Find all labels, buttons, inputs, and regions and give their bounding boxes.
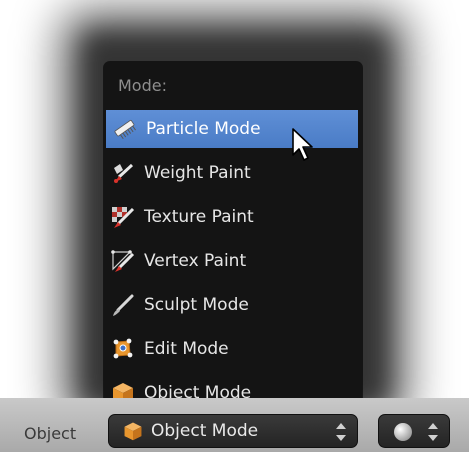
menu-item-vertex-paint[interactable]: Vertex Paint xyxy=(104,242,362,280)
vertex-paint-icon xyxy=(110,248,136,274)
weight-paint-icon xyxy=(110,160,136,186)
texture-paint-icon xyxy=(110,204,136,230)
updown-arrows-icon xyxy=(335,421,347,448)
menu-item-texture-paint[interactable]: Texture Paint xyxy=(104,198,362,236)
menu-item-label: Edit Mode xyxy=(144,339,229,359)
menu-item-label: Weight Paint xyxy=(144,163,251,183)
sculpt-brush-icon xyxy=(110,292,136,318)
menu-item-sculpt-mode[interactable]: Sculpt Mode xyxy=(104,286,362,324)
menu-item-label: Sculpt Mode xyxy=(144,295,249,315)
menu-title: Mode: xyxy=(118,76,167,95)
updown-arrows-icon xyxy=(427,421,439,447)
menu-item-edit-mode[interactable]: Edit Mode xyxy=(104,330,362,368)
object-cube-icon xyxy=(121,419,145,443)
mouse-pointer-icon xyxy=(291,127,317,167)
viewport-shading-dropdown[interactable] xyxy=(378,414,450,448)
particle-comb-icon xyxy=(112,116,138,142)
menu-item-particle-mode[interactable]: Particle Mode xyxy=(106,110,358,148)
menu-item-label: Texture Paint xyxy=(144,207,254,227)
mode-select-value: Object Mode xyxy=(151,421,259,441)
mode-popup-menu: Mode: Particle Mode Weight Paint Texture… xyxy=(104,62,362,414)
menu-item-weight-paint[interactable]: Weight Paint xyxy=(104,154,362,192)
mode-select-dropdown[interactable]: Object Mode xyxy=(108,414,358,448)
shading-sphere-icon xyxy=(393,422,413,446)
edit-mode-icon xyxy=(110,336,136,362)
object-menu[interactable]: Object xyxy=(24,424,76,443)
menu-item-label: Particle Mode xyxy=(146,119,261,139)
menu-item-label: Vertex Paint xyxy=(144,251,247,271)
